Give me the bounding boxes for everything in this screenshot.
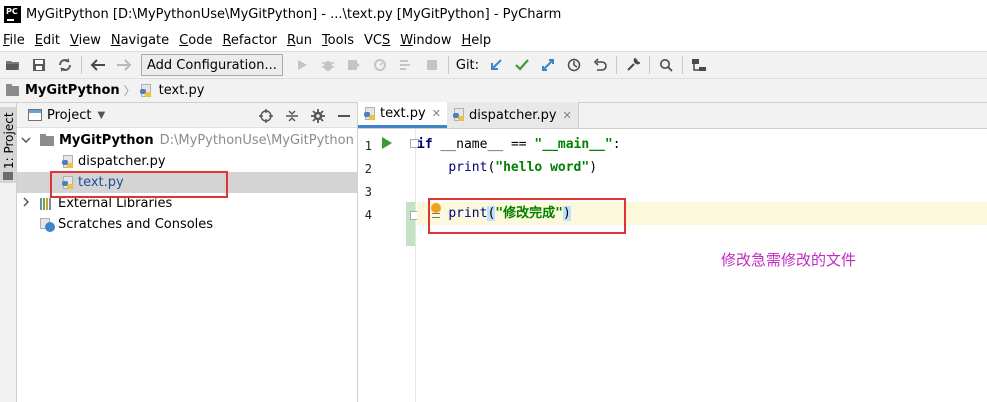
profile-icon[interactable] bbox=[369, 54, 391, 76]
project-panel-header: Project ▼ bbox=[17, 103, 357, 128]
menu-vcs[interactable]: VCS bbox=[361, 33, 395, 48]
open-folder-icon[interactable] bbox=[2, 54, 24, 76]
git-compare-icon[interactable] bbox=[537, 54, 559, 76]
project-tool-tab[interactable]: 1: Project bbox=[0, 107, 16, 183]
tree-root-row[interactable]: MyGitPython D:\MyPythonUse\MyGitPython bbox=[17, 130, 357, 151]
tree-scratches-label: Scratches and Consoles bbox=[58, 217, 214, 232]
navigation-bar: MyGitPython 〉 text.py bbox=[0, 79, 987, 103]
search-icon[interactable] bbox=[655, 54, 677, 76]
run-icon[interactable] bbox=[291, 54, 313, 76]
breadcrumb-separator-icon: 〉 bbox=[123, 84, 136, 98]
toolbar-divider bbox=[649, 56, 651, 74]
main-toolbar: Add Configuration... Git: bbox=[0, 51, 987, 79]
menu-refactor[interactable]: Refactor bbox=[219, 33, 282, 48]
hide-panel-icon[interactable] bbox=[335, 107, 353, 125]
tree-root-name: MyGitPython bbox=[59, 133, 154, 148]
toolbar-divider bbox=[682, 56, 684, 74]
collapse-all-icon[interactable] bbox=[283, 107, 301, 125]
menu-window[interactable]: Window bbox=[397, 33, 456, 48]
library-icon bbox=[40, 197, 54, 210]
gear-icon[interactable] bbox=[309, 107, 327, 125]
menu-help[interactable]: Help bbox=[459, 33, 497, 48]
git-rollback-icon[interactable] bbox=[589, 54, 611, 76]
close-icon[interactable]: ✕ bbox=[563, 109, 572, 122]
pycharm-logo-icon: PC bbox=[4, 6, 21, 23]
tab-text-py[interactable]: text.py ✕ bbox=[358, 102, 447, 128]
run-with-coverage-icon[interactable] bbox=[343, 54, 365, 76]
menu-tools[interactable]: Tools bbox=[319, 33, 359, 48]
python-file-icon bbox=[452, 108, 465, 122]
code-line-2: print("hello word") bbox=[448, 160, 598, 175]
editor-gutter: 1 2 3 4 bbox=[358, 129, 419, 402]
project-panel: Project ▼ MyGitPython D:\MyPythonUse\MyG bbox=[17, 103, 358, 402]
close-icon[interactable]: ✕ bbox=[432, 107, 441, 120]
folder-icon bbox=[40, 133, 54, 146]
save-icon[interactable] bbox=[28, 54, 50, 76]
git-history-icon[interactable] bbox=[563, 54, 585, 76]
git-commit-icon[interactable] bbox=[511, 54, 533, 76]
forward-arrow-icon[interactable] bbox=[113, 54, 135, 76]
tab-dispatcher-py[interactable]: dispatcher.py ✕ bbox=[446, 102, 579, 128]
git-update-icon[interactable] bbox=[485, 54, 507, 76]
line-number: 3 bbox=[364, 185, 372, 199]
line-number: 2 bbox=[364, 162, 372, 176]
add-configuration-button[interactable]: Add Configuration... bbox=[141, 54, 283, 76]
toolbar-divider bbox=[616, 56, 618, 74]
python-file-icon bbox=[62, 154, 74, 169]
menu-run[interactable]: Run bbox=[284, 33, 317, 48]
project-panel-title[interactable]: Project bbox=[47, 108, 91, 123]
back-arrow-icon[interactable] bbox=[87, 54, 109, 76]
python-file-icon bbox=[364, 106, 376, 121]
tree-scratches-row[interactable]: Scratches and Consoles bbox=[17, 214, 357, 235]
wrench-settings-icon[interactable] bbox=[622, 54, 644, 76]
debug-bug-icon[interactable] bbox=[317, 54, 339, 76]
menu-edit[interactable]: Edit bbox=[32, 33, 65, 48]
project-tool-tab-label: 1: Project bbox=[2, 112, 16, 169]
folder-icon bbox=[6, 83, 19, 96]
vcs-change-marker[interactable] bbox=[406, 202, 415, 246]
highlight-box-file bbox=[50, 171, 228, 198]
menu-navigate[interactable]: Navigate bbox=[108, 33, 174, 48]
menu-code[interactable]: Code bbox=[176, 33, 217, 48]
code-line-1: if __name__ == "__main__": bbox=[417, 137, 621, 152]
annotation-text: 修改急需修改的文件 bbox=[721, 251, 857, 269]
menu-bar: File Edit View Navigate Code Refactor Ru… bbox=[0, 29, 987, 51]
tree-root-path: D:\MyPythonUse\MyGitPython bbox=[159, 133, 354, 148]
project-structure-icon[interactable] bbox=[688, 54, 710, 76]
locate-crosshair-icon[interactable] bbox=[257, 107, 275, 125]
highlight-box-code bbox=[428, 198, 626, 234]
menu-file[interactable]: File bbox=[0, 33, 30, 48]
breadcrumb-file[interactable]: text.py bbox=[159, 83, 205, 98]
editor-tabs: text.py ✕ dispatcher.py ✕ bbox=[358, 102, 987, 129]
python-file-icon bbox=[139, 83, 152, 98]
git-label: Git: bbox=[455, 57, 480, 73]
concurrency-icon[interactable] bbox=[395, 54, 417, 76]
menu-view[interactable]: View bbox=[67, 33, 106, 48]
chevron-right-icon[interactable] bbox=[20, 197, 32, 210]
window-title: MyGitPython [D:\MyPythonUse\MyGitPython]… bbox=[26, 7, 562, 22]
tab-label: text.py bbox=[380, 106, 426, 121]
sync-icon[interactable] bbox=[54, 54, 76, 76]
tree-file-row[interactable]: dispatcher.py bbox=[17, 151, 357, 172]
chevron-down-icon[interactable]: ▼ bbox=[97, 110, 105, 121]
editor-pane: text.py ✕ dispatcher.py ✕ 1 2 3 4 if __n… bbox=[358, 102, 987, 402]
toolbar-divider bbox=[447, 56, 449, 74]
toolbar-divider bbox=[81, 56, 82, 74]
tab-label: dispatcher.py bbox=[468, 107, 557, 123]
run-gutter-icon[interactable] bbox=[382, 137, 392, 149]
scratches-icon bbox=[40, 217, 56, 232]
title-bar: PC MyGitPython [D:\MyPythonUse\MyGitPyth… bbox=[0, 0, 987, 29]
tree-external-libraries-label: External Libraries bbox=[58, 196, 173, 211]
breadcrumb-project[interactable]: MyGitPython bbox=[25, 83, 120, 98]
tree-file-name: dispatcher.py bbox=[78, 154, 166, 169]
line-number: 1 bbox=[364, 139, 372, 153]
left-tool-strip: 1: Project bbox=[0, 103, 17, 402]
folder-icon bbox=[3, 172, 13, 180]
chevron-down-icon[interactable] bbox=[20, 135, 32, 146]
line-number: 4 bbox=[364, 208, 372, 222]
project-view-icon bbox=[28, 109, 42, 121]
stop-icon[interactable] bbox=[421, 54, 443, 76]
code-area[interactable]: if __name__ == "__main__": print("hello … bbox=[417, 129, 987, 402]
